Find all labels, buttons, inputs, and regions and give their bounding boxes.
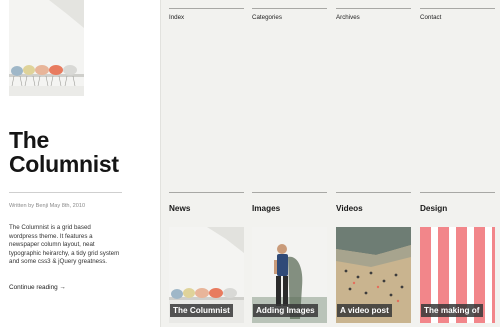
post-column: The Columnist Written by Benji May 8th, … [0, 0, 160, 327]
main-panel: Index Categories Archives Contact News I… [160, 0, 500, 327]
continue-reading-link[interactable]: Continue reading → [9, 284, 66, 291]
nav-item-index[interactable]: Index [169, 8, 244, 24]
nav-item-archives[interactable]: Archives [336, 8, 411, 24]
post-title-line1: The [9, 127, 49, 153]
post-title[interactable]: The Columnist [9, 128, 149, 176]
nav-item-categories[interactable]: Categories [252, 8, 327, 24]
section-head-videos[interactable]: Videos [336, 192, 411, 214]
post-tile-news[interactable]: The Columnist [169, 227, 244, 323]
post-tile-videos[interactable]: A video post [336, 227, 411, 323]
section-head-images[interactable]: Images [252, 192, 327, 214]
divider [9, 192, 122, 193]
tile-caption: A video post [337, 304, 392, 317]
chairs-photo [9, 0, 84, 96]
tile-caption: The making of [421, 304, 483, 317]
section-head-news[interactable]: News [169, 192, 244, 214]
post-tile-design[interactable]: The making of [420, 227, 495, 323]
post-description: The Columnist is a grid based wordpress … [9, 224, 120, 266]
nav-item-contact[interactable]: Contact [420, 8, 495, 24]
section-head-design[interactable]: Design [420, 192, 495, 214]
tile-caption: Adding Images [253, 304, 318, 317]
post-meta: Written by Benji May 8th, 2010 [9, 203, 86, 209]
tile-caption: The Columnist [170, 304, 233, 317]
featured-image[interactable] [9, 0, 84, 96]
post-title-line2: Columnist [9, 151, 119, 177]
post-tile-images[interactable]: Adding Images [252, 227, 327, 323]
